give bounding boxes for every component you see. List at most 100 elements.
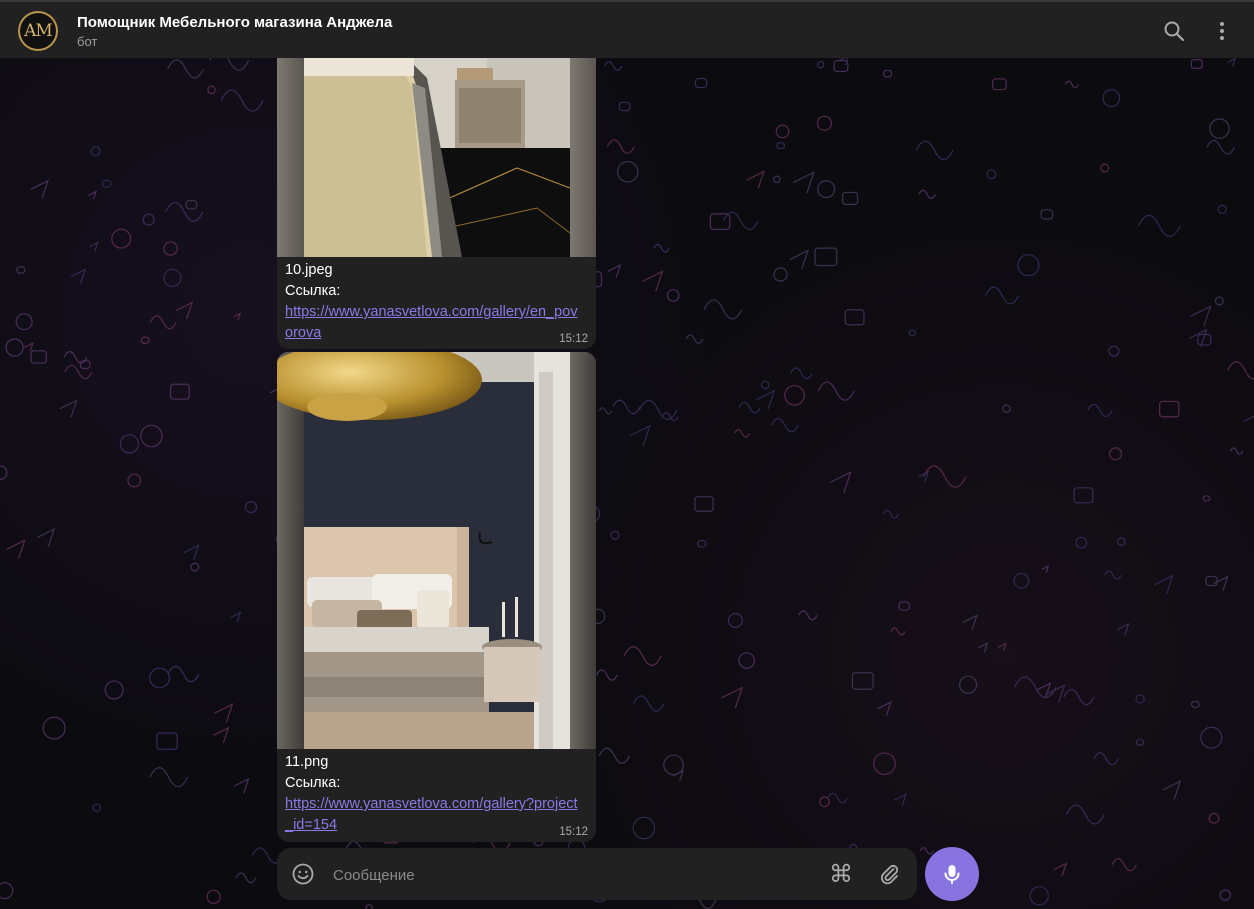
- wallpaper-doodle: [1243, 415, 1254, 423]
- wallpaper-doodle: [977, 641, 989, 653]
- link-label: Ссылка:: [285, 775, 341, 791]
- wallpaper-doodle: [598, 407, 613, 415]
- wallpaper-doodle: [1162, 780, 1182, 800]
- message-bubble[interactable]: 11.png Ссылка: https://www.yanasvetlova.…: [277, 352, 596, 842]
- wallpaper-doodle: [873, 752, 896, 776]
- wallpaper-doodle: [1013, 572, 1030, 589]
- wallpaper-doodle: [1213, 575, 1229, 591]
- wallpaper-doodle: [220, 89, 264, 112]
- wallpaper-doodle: [793, 171, 815, 194]
- message-photo[interactable]: [277, 352, 596, 749]
- wallpaper-doodle: [1029, 886, 1049, 906]
- wallpaper-doodle: [1104, 570, 1122, 580]
- wallpaper-doodle: [738, 401, 761, 414]
- wallpaper-doodle: [918, 189, 936, 199]
- wallpaper-doodle: [894, 793, 908, 807]
- wallpaper-doodle: [775, 124, 790, 139]
- emoji-button[interactable]: [291, 862, 315, 886]
- avatar-monogram: AM: [24, 21, 53, 41]
- wallpaper-doodle: [30, 350, 47, 364]
- paperclip-icon: [880, 864, 899, 885]
- wallpaper-doodle: [784, 384, 805, 406]
- wallpaper-doodle: [1208, 812, 1220, 824]
- bot-commands-button[interactable]: ⌘: [825, 858, 857, 890]
- wallpaper-doodle: [598, 747, 631, 764]
- wallpaper-doodle: [156, 732, 178, 750]
- wallpaper-doodle: [962, 614, 978, 630]
- wallpaper-doodle: [127, 473, 142, 488]
- wallpaper-doodle: [661, 412, 679, 422]
- wallpaper-doodle: [104, 680, 124, 700]
- wallpaper-doodle: [1102, 89, 1121, 108]
- wallpaper-doodle: [709, 213, 731, 231]
- wallpaper-doodle: [694, 496, 714, 512]
- wallpaper-doodle: [1206, 139, 1235, 155]
- wallpaper-doodle: [604, 61, 623, 71]
- wallpaper-doodle: [111, 228, 132, 249]
- chat-header: AM Помощник Мебельного магазина Анджела …: [0, 0, 1254, 58]
- wallpaper-doodle: [760, 380, 770, 390]
- wallpaper-doodle: [734, 429, 750, 438]
- gallery-link[interactable]: https://www.yanasvetlova.com/gallery/en_…: [285, 304, 578, 341]
- wallpaper-doodle: [0, 882, 14, 900]
- chat-status: бот: [77, 34, 98, 49]
- wallpaper-doodle: [595, 669, 618, 681]
- message-composer: ⌘: [277, 848, 917, 900]
- wallpaper-doodle: [738, 652, 756, 669]
- wallpaper-doodle: [16, 266, 26, 274]
- wallpaper-doodle: [890, 627, 906, 636]
- wallpaper-doodle: [214, 703, 234, 723]
- wallpaper-doodle: [1064, 80, 1079, 89]
- wallpaper-doodle: [844, 309, 865, 326]
- message-time: 15:12: [559, 333, 588, 345]
- wallpaper-doodle: [623, 646, 662, 666]
- wallpaper-doodle: [1041, 564, 1050, 573]
- wallpaper-doodle: [15, 313, 33, 331]
- wallpaper-doodle: [1116, 537, 1126, 547]
- wallpaper-doodle: [1227, 58, 1237, 67]
- wallpaper-doodle: [1202, 495, 1211, 502]
- wallpaper-doodle: [88, 241, 99, 252]
- link-label: Ссылка:: [285, 283, 341, 299]
- wallpaper-doodle: [149, 767, 189, 788]
- voice-message-button[interactable]: [925, 847, 979, 901]
- gallery-link[interactable]: https://www.yanasvetlova.com/gallery?pro…: [285, 796, 578, 833]
- message-caption: 10.jpeg Ссылка: https://www.yanasvetlova…: [285, 260, 585, 344]
- wallpaper-doodle: [898, 601, 910, 611]
- wallpaper-doodle: [88, 190, 97, 200]
- wallpaper-doodle: [235, 872, 257, 884]
- wallpaper-doodle: [918, 470, 930, 482]
- avatar[interactable]: AM: [18, 11, 58, 51]
- wallpaper-doodle: [244, 500, 258, 514]
- wallpaper-doodle: [169, 383, 190, 400]
- search-button[interactable]: [1162, 19, 1186, 43]
- wallpaper-doodle: [922, 465, 967, 488]
- wallpaper-doodle: [1205, 575, 1218, 587]
- bedroom-photo-image: [277, 58, 596, 257]
- wallpaper-doodle: [827, 792, 848, 804]
- wallpaper-doodle: [149, 667, 170, 689]
- message-time: 15:12: [559, 826, 588, 838]
- wallpaper-doodle: [882, 69, 893, 78]
- message-bubble[interactable]: 10.jpeg Ссылка: https://www.yanasvetlova…: [277, 58, 596, 349]
- wallpaper-doodle: [230, 611, 242, 623]
- wallpaper-doodle: [666, 289, 680, 302]
- wallpaper-doodle: [119, 434, 140, 454]
- wallpaper-doodle: [814, 247, 838, 267]
- more-options-button[interactable]: [1210, 19, 1234, 43]
- wallpaper-doodle: [776, 142, 785, 150]
- wallpaper-doodle: [1190, 700, 1200, 709]
- message-photo[interactable]: [277, 58, 596, 257]
- wallpaper-doodle: [1093, 752, 1119, 766]
- wallpaper-doodle: [992, 78, 1007, 91]
- wallpaper-doodle: [206, 889, 221, 904]
- wallpaper-doodle: [92, 803, 102, 813]
- chat-title[interactable]: Помощник Мебельного магазина Анджела: [77, 14, 392, 31]
- wallpaper-doodle: [24, 341, 34, 352]
- wallpaper-doodle: [209, 58, 250, 71]
- wallpaper-doodle: [1087, 403, 1113, 418]
- attach-button[interactable]: [877, 862, 901, 886]
- message-input[interactable]: [331, 858, 815, 892]
- wallpaper-doodle: [190, 562, 200, 572]
- wallpaper-doodle: [183, 544, 200, 561]
